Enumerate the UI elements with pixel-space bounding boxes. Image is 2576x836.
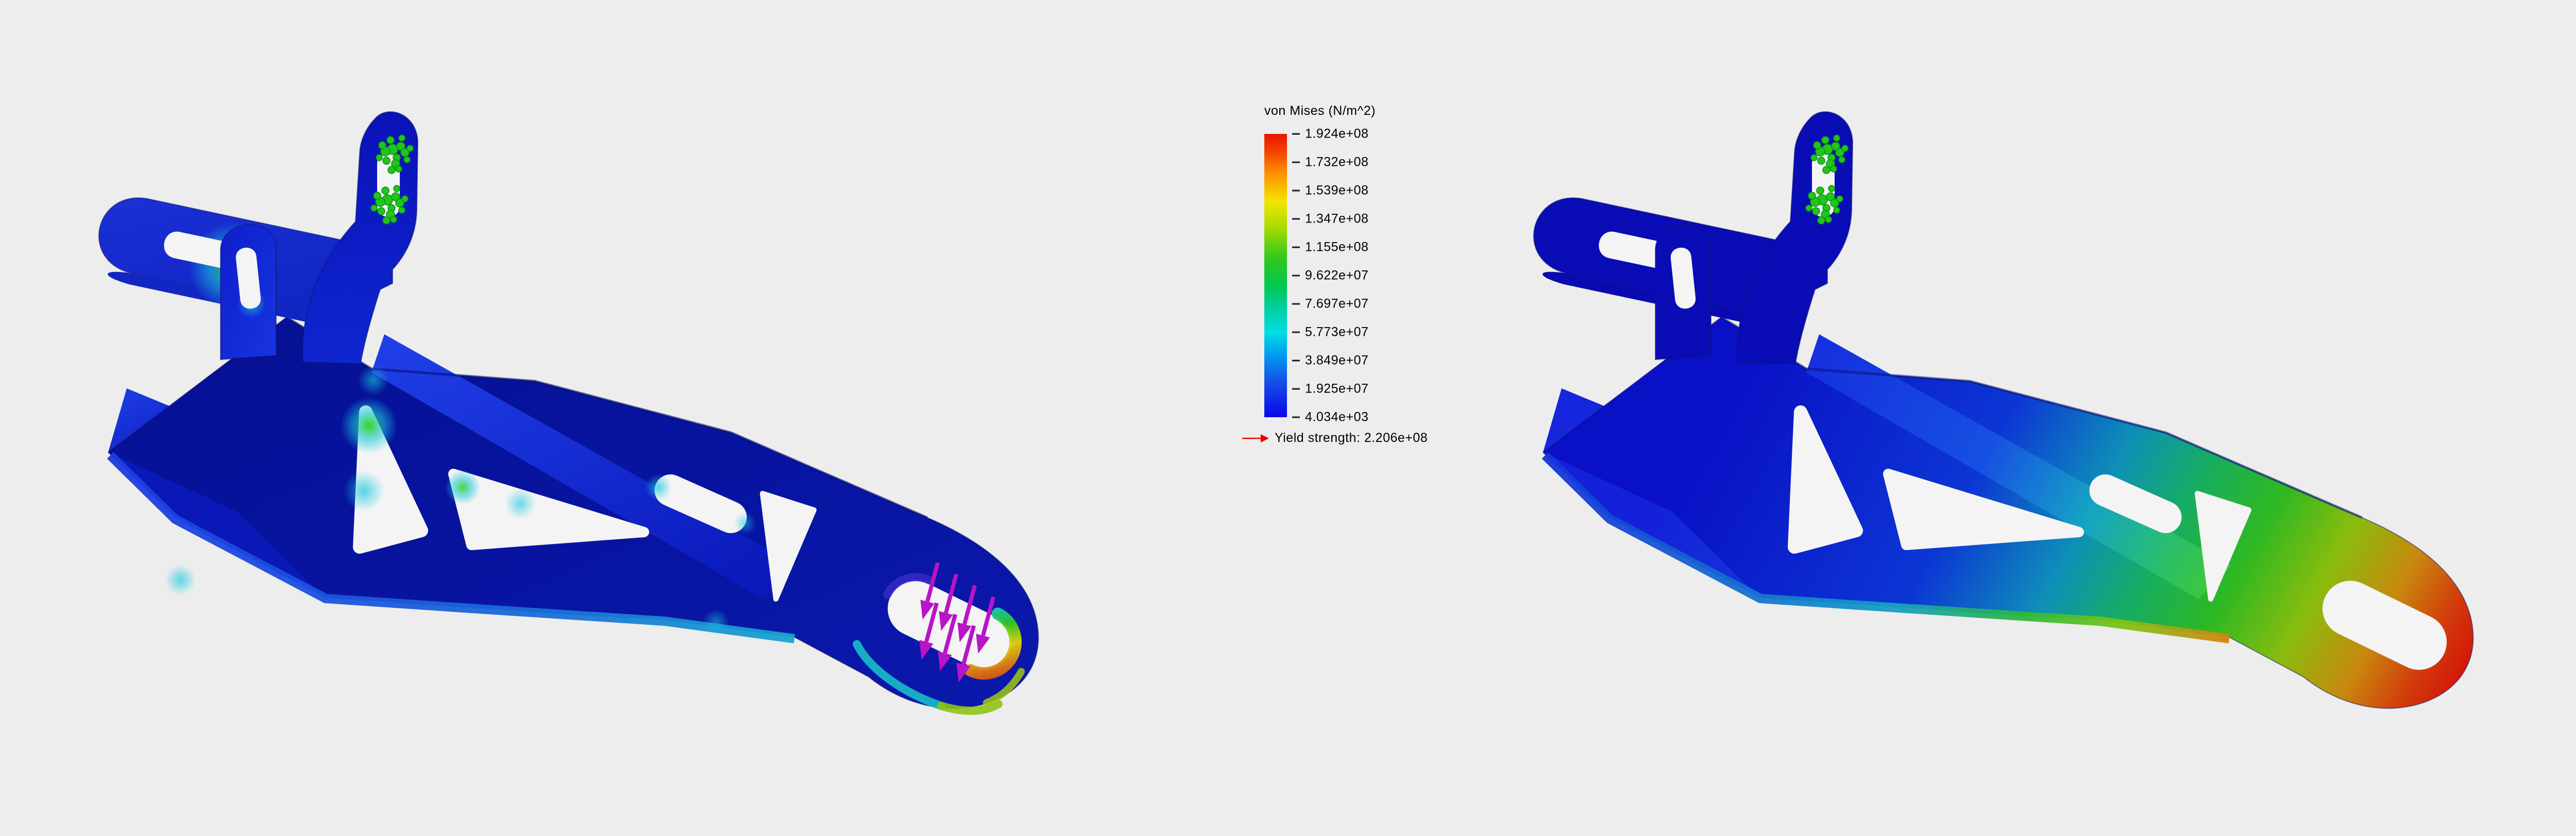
fixture-icon	[379, 142, 386, 149]
fixture-icon	[399, 207, 405, 213]
tick-mark	[1292, 247, 1300, 248]
fixture-icon	[1817, 187, 1824, 194]
stress-hotspot	[645, 474, 672, 501]
fixture-icon	[1806, 205, 1812, 211]
yield-arrow-icon	[1242, 433, 1269, 444]
yield-strength-text: Yield strength: 2.206e+08	[1275, 431, 1428, 446]
fixture-icon	[376, 155, 382, 161]
stress-hotspot	[343, 470, 384, 511]
fixture-icon	[1811, 155, 1817, 161]
fixture-icon	[383, 157, 390, 164]
stress-hotspot	[505, 488, 536, 519]
stress-hotspot	[703, 609, 730, 636]
stress-hotspot	[165, 565, 196, 595]
legend-tick-label: 1.732e+08	[1292, 155, 1368, 170]
tick-mark	[1292, 332, 1300, 333]
fixture-icon	[1842, 145, 1848, 151]
tick-mark	[1292, 190, 1300, 192]
stress-hotspot	[445, 470, 480, 505]
fixture-icon	[1818, 217, 1825, 224]
stress-colorbar	[1264, 134, 1287, 417]
legend-tick-label: 1.155e+08	[1292, 240, 1368, 255]
stress-legend-title: von Mises (N/m^2)	[1264, 103, 1428, 118]
fixture-icon	[1834, 135, 1840, 141]
fixture-icon	[388, 166, 395, 174]
fixture-icon	[402, 196, 408, 202]
simulation-viewport[interactable]: von Mises (N/m^2) 1.924e+08 1.732e+08 1.53…	[0, 0, 2576, 836]
fixture-icon	[1834, 207, 1840, 213]
legend-tick-label: 1.925e+07	[1292, 382, 1368, 397]
legend-tick-label: 9.622e+07	[1292, 268, 1368, 283]
tick-mark	[1292, 388, 1300, 390]
fixture-icon	[1839, 157, 1845, 163]
fixture-icon	[1812, 208, 1820, 215]
legend-tick-label: 1.924e+08	[1292, 127, 1368, 142]
fixture-icon	[1814, 142, 1821, 149]
fixture-icon	[404, 157, 410, 163]
stress-hotspot	[358, 365, 389, 396]
fixture-icon	[407, 145, 413, 151]
tick-mark	[1292, 303, 1300, 305]
von-mises-stress-model-render[interactable]	[77, 92, 1082, 746]
tick-mark	[1292, 162, 1300, 163]
legend-tick-label: 5.773e+07	[1292, 325, 1368, 340]
fixture-icon	[1837, 196, 1843, 202]
displacement-model-render[interactable]	[1512, 92, 2517, 746]
legend-tick-label: 4.034e+03	[1292, 410, 1368, 425]
legend-tick-label: 3.849e+07	[1292, 353, 1368, 368]
fixture-icon	[396, 166, 402, 172]
fixture-icon	[378, 208, 385, 215]
tick-mark	[1292, 275, 1300, 277]
tick-mark	[1292, 218, 1300, 220]
tick-mark	[1292, 133, 1300, 135]
yield-strength-annotation: Yield strength: 2.206e+08	[1242, 431, 1428, 446]
legend-tick-label: 7.697e+07	[1292, 297, 1368, 312]
legend-tick-label: 1.539e+08	[1292, 183, 1368, 198]
fixture-icon	[1831, 166, 1837, 172]
fixture-icon	[1825, 216, 1832, 223]
fixture-icon	[374, 192, 381, 199]
fixture-icon	[387, 137, 394, 144]
fixture-icon	[1808, 192, 1816, 199]
legend-tick-label: 1.347e+08	[1292, 212, 1368, 227]
stress-legend-labels: 1.924e+081.732e+081.539e+081.347e+081.15…	[1292, 134, 1405, 417]
fixture-icon	[391, 216, 397, 223]
fixture-icon	[1822, 137, 1829, 144]
fixture-icon	[383, 217, 390, 224]
fixture-icon	[1818, 157, 1825, 164]
fixture-icon	[1823, 166, 1830, 174]
tick-mark	[1292, 360, 1300, 362]
fixture-icon	[399, 135, 405, 141]
stress-hotspot	[341, 397, 397, 454]
stress-bracket	[89, 112, 1040, 732]
stress-hotspot	[734, 512, 756, 535]
stress-legend: von Mises (N/m^2) 1.924e+08 1.732e+08 1.53…	[1242, 103, 1428, 446]
fixture-icon	[371, 205, 377, 211]
fixture-icon	[1828, 185, 1835, 192]
tick-mark	[1292, 417, 1300, 418]
displacement-bracket	[1524, 112, 2473, 708]
fixture-icon	[382, 187, 389, 194]
fixture-icon	[394, 185, 400, 192]
